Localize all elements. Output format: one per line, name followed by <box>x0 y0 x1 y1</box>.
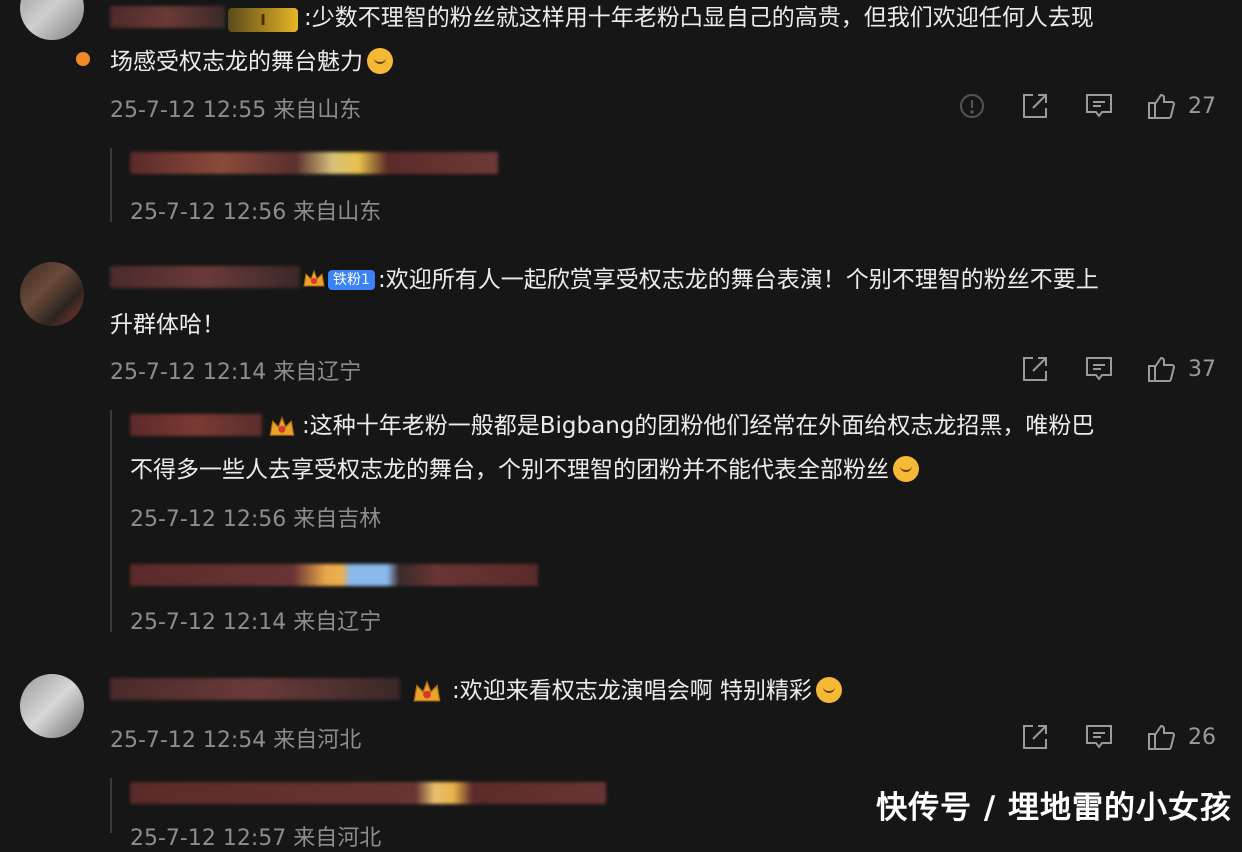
share-button[interactable] <box>1020 91 1050 121</box>
avatar[interactable] <box>20 674 84 738</box>
reply-divider <box>110 778 112 833</box>
member-badge-label: I <box>260 11 266 29</box>
avatar-vip-icon <box>76 52 90 66</box>
username[interactable] <box>110 266 300 288</box>
reply-meta: 25-7-12 12:57 来自河北 <box>130 826 382 851</box>
like-icon <box>1148 356 1176 382</box>
reply-username[interactable] <box>130 782 606 804</box>
reply-divider <box>110 410 112 632</box>
like-count: 37 <box>1188 356 1216 382</box>
comment-text-line2: 场感受权志龙的舞台魅力 <box>110 49 363 75</box>
report-icon <box>960 94 984 118</box>
like-button[interactable]: 37 <box>1146 354 1216 384</box>
reply-divider <box>110 148 112 222</box>
comment-icon <box>1086 357 1112 381</box>
reply-text: 不得多一些人去享受权志龙的舞台，个别不理智的团粉并不能代表全部粉丝 <box>130 448 919 492</box>
crown-icon <box>413 680 441 702</box>
reply-username[interactable] <box>130 564 538 586</box>
comment-icon <box>1086 725 1112 749</box>
comment-meta: 25-7-12 12:54 来自河北 <box>110 728 362 753</box>
comment-text: :欢迎来看权志龙演唱会啊 特别精彩 <box>452 669 843 713</box>
crown-icon <box>269 416 295 436</box>
share-icon <box>1023 94 1047 118</box>
username[interactable] <box>110 6 225 28</box>
member-badge: I <box>228 8 298 32</box>
fan-badge: 铁粉1 <box>302 268 375 291</box>
comment-text: 场感受权志龙的舞台魅力 <box>110 40 393 84</box>
share-icon <box>1023 725 1047 749</box>
watermark: 快传号 / 埋地雷的小女孩 <box>876 790 1232 826</box>
comment-meta: 25-7-12 12:55 来自山东 <box>110 98 362 123</box>
reply-text: :这种十年老粉一般都是Bigbang的团粉他们经常在外面给权志龙招黑，唯粉巴 <box>302 413 1095 439</box>
reply-username[interactable] <box>130 152 498 174</box>
comment-meta: 25-7-12 12:14 来自辽宁 <box>110 360 362 385</box>
share-button[interactable] <box>1020 722 1050 752</box>
avatar[interactable] <box>20 0 84 40</box>
like-icon <box>1148 724 1176 750</box>
fan-badge-label: 铁粉1 <box>328 270 375 290</box>
username[interactable] <box>110 678 400 700</box>
emoji-icon <box>893 456 919 482</box>
comment-button[interactable] <box>1084 91 1114 121</box>
reply-username[interactable] <box>130 414 262 436</box>
like-count: 26 <box>1188 724 1216 750</box>
comment-text-line1: :欢迎来看权志龙演唱会啊 特别精彩 <box>452 678 813 704</box>
reply-meta: 25-7-12 12:56 来自山东 <box>130 200 382 225</box>
emoji-icon <box>816 677 843 703</box>
like-button[interactable]: 26 <box>1146 722 1216 752</box>
report-button[interactable] <box>958 92 986 120</box>
comment-text: :少数不理智的粉丝就这样用十年老粉凸显自己的高贵，但我们欢迎任何人去现 <box>304 5 1094 31</box>
comment-button[interactable] <box>1084 354 1114 384</box>
share-icon <box>1023 357 1047 381</box>
crown-icon <box>303 269 325 287</box>
emoji-icon <box>367 48 393 74</box>
like-icon <box>1148 93 1176 119</box>
like-button[interactable]: 27 <box>1146 91 1216 121</box>
comment-text: 升群体哈！ <box>110 312 225 338</box>
avatar[interactable] <box>20 262 84 326</box>
reply-meta: 25-7-12 12:14 来自辽宁 <box>130 610 382 635</box>
reply-text-line2: 不得多一些人去享受权志龙的舞台，个别不理智的团粉并不能代表全部粉丝 <box>130 457 889 483</box>
comment-icon <box>1086 94 1112 118</box>
comment-text: :欢迎所有人一起欣赏享受权志龙的舞台表演！个别不理智的粉丝不要上 <box>378 267 1099 293</box>
like-count: 27 <box>1188 93 1216 119</box>
reply-meta: 25-7-12 12:56 来自吉林 <box>130 507 382 532</box>
share-button[interactable] <box>1020 354 1050 384</box>
comment-button[interactable] <box>1084 722 1114 752</box>
